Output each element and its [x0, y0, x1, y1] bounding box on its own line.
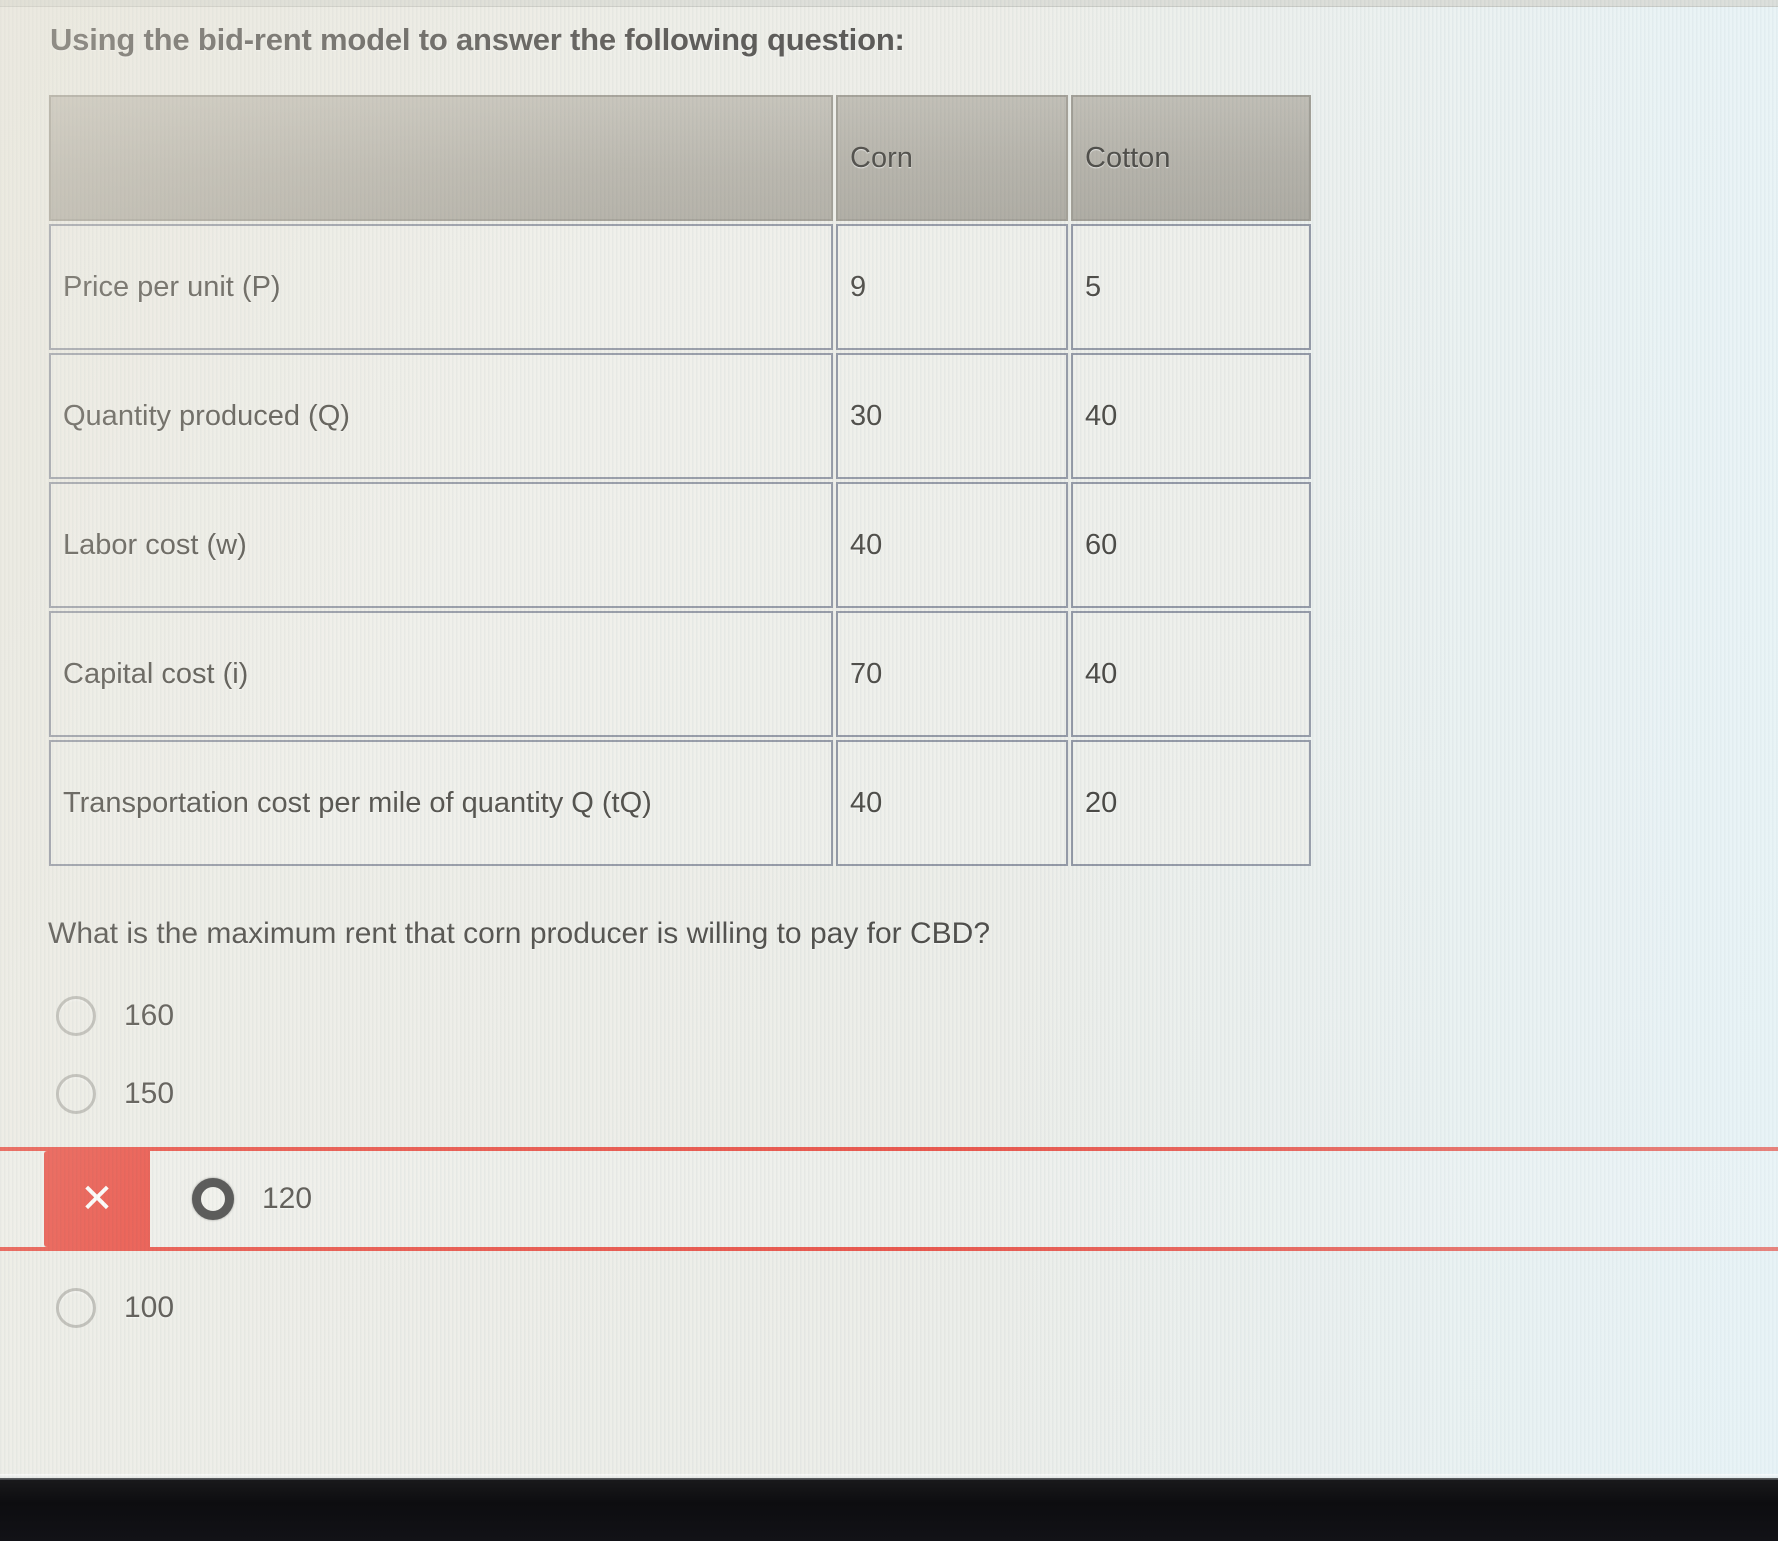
option-label: 150 — [124, 1077, 175, 1110]
monitor-bezel-highlight — [0, 1474, 1778, 1480]
option-label: 120 — [262, 1182, 313, 1215]
row-label: Capital cost (i) — [49, 611, 833, 737]
table-row: Transportation cost per mile of quantity… — [49, 740, 1311, 866]
option-label: 160 — [124, 999, 175, 1032]
bid-rent-data-table: Corn Cotton Price per unit (P) 9 5 Quant… — [46, 92, 1314, 869]
option-120-inner[interactable]: 120 — [150, 1178, 312, 1220]
quiz-content: Using the bid-rent model to answer the f… — [0, 0, 1778, 1347]
monitor-bezel — [0, 1478, 1778, 1541]
row-label: Labor cost (w) — [49, 482, 833, 608]
column-header-cotton: Cotton — [1071, 95, 1311, 221]
option-100[interactable]: 100 — [44, 1269, 1778, 1347]
column-header-corn: Corn — [836, 95, 1068, 221]
cell-corn: 70 — [836, 611, 1068, 737]
cell-cotton: 60 — [1071, 482, 1311, 608]
cell-cotton: 40 — [1071, 353, 1311, 479]
table-row: Quantity produced (Q) 30 40 — [49, 353, 1311, 479]
radio-icon[interactable] — [192, 1178, 234, 1220]
row-label: Price per unit (P) — [49, 224, 833, 350]
radio-icon[interactable] — [56, 1074, 96, 1114]
row-label: Transportation cost per mile of quantity… — [49, 740, 833, 866]
radio-icon[interactable] — [56, 996, 96, 1036]
question-text: What is the maximum rent that corn produ… — [48, 917, 991, 950]
option-150[interactable]: 150 — [44, 1055, 1778, 1133]
table-body: Price per unit (P) 9 5 Quantity produced… — [49, 224, 1311, 866]
table-header: Corn Cotton — [49, 95, 1311, 221]
answer-options-list: 160 150 ✕ 120 100 — [0, 977, 1778, 1347]
cross-icon: ✕ — [44, 1151, 150, 1247]
row-label: Quantity produced (Q) — [49, 353, 833, 479]
cell-corn: 40 — [836, 482, 1068, 608]
option-label: 100 — [124, 1291, 175, 1324]
cell-cotton: 40 — [1071, 611, 1311, 737]
table-row: Labor cost (w) 40 60 — [49, 482, 1311, 608]
radio-icon[interactable] — [56, 1288, 96, 1328]
screenshot-photo: Using the bid-rent model to answer the f… — [0, 0, 1778, 1541]
table-row: Price per unit (P) 9 5 — [49, 224, 1311, 350]
column-header-blank — [49, 95, 833, 221]
option-120-incorrect[interactable]: ✕ 120 — [0, 1147, 1778, 1251]
table-header-row: Corn Cotton — [49, 95, 1311, 221]
cell-corn: 30 — [836, 353, 1068, 479]
option-160[interactable]: 160 — [44, 977, 1778, 1055]
cell-cotton: 5 — [1071, 224, 1311, 350]
cell-cotton: 20 — [1071, 740, 1311, 866]
page-title: Using the bid-rent model to answer the f… — [50, 22, 905, 57]
table-row: Capital cost (i) 70 40 — [49, 611, 1311, 737]
cell-corn: 40 — [836, 740, 1068, 866]
cell-corn: 9 — [836, 224, 1068, 350]
